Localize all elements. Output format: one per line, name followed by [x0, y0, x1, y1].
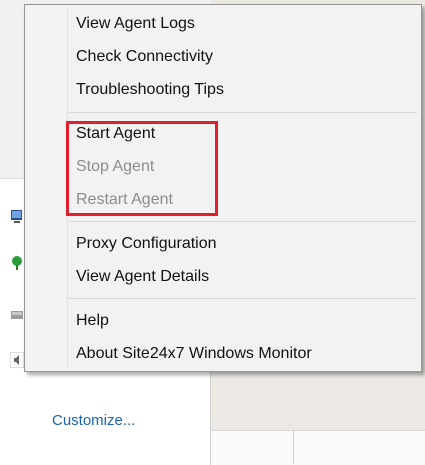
menu-separator [69, 298, 417, 299]
menu-item-view-agent-logs[interactable]: View Agent Logs [76, 14, 195, 34]
menu-item-about[interactable]: About Site24x7 Windows Monitor [76, 344, 312, 364]
taskbar-area [210, 430, 425, 465]
context-menu: View Agent Logs Check Connectivity Troub… [24, 4, 422, 372]
menu-item-help[interactable]: Help [76, 311, 109, 331]
menu-item-check-connectivity[interactable]: Check Connectivity [76, 47, 213, 67]
menu-item-proxy-configuration[interactable]: Proxy Configuration [76, 234, 217, 254]
menu-item-troubleshooting-tips[interactable]: Troubleshooting Tips [76, 80, 224, 100]
menu-item-view-agent-details[interactable]: View Agent Details [76, 267, 209, 287]
menu-separator [69, 112, 417, 113]
highlight-box [66, 121, 218, 216]
menu-separator [69, 221, 417, 222]
taskbar-divider [293, 430, 294, 464]
customize-link[interactable]: Customize... [52, 412, 135, 429]
